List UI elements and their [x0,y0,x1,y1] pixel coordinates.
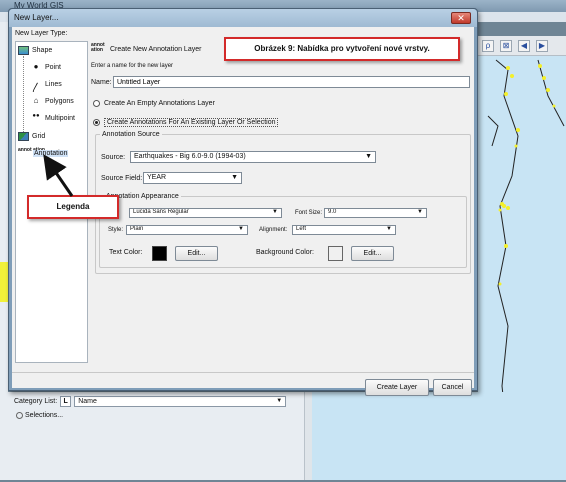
dialog-title: New Layer... [14,13,59,22]
dialog-button-separator [12,372,474,373]
dialog-header-title: Create New Annotation Layer [110,46,202,53]
radio-existing-layer[interactable]: Create Annotations For An Existing Layer… [93,118,279,127]
dialog-titlebar[interactable]: New Layer... ✕ [9,9,477,27]
font-select-value: Lucida Sans Regular [133,209,189,215]
text-color-edit-button[interactable]: Edit... [175,246,218,261]
category-list-row: Category List: L Name ▼ [14,396,287,407]
background-color-edit-button[interactable]: Edit... [351,246,394,261]
chevron-down-icon: ▼ [231,174,238,181]
font-size-value: 9.0 [328,209,337,215]
shape-icon [18,46,29,55]
selections-icon [16,412,23,419]
app-left-strip [0,22,8,392]
radio-empty-layer[interactable]: Create An Empty Annotations Layer [93,100,215,107]
tree-item-lines[interactable]: 〳 Lines [30,79,62,95]
lines-icon: 〳 [31,83,41,94]
style-select[interactable]: Plain ▼ [126,225,248,235]
background-color-swatch[interactable] [328,246,343,261]
chevron-down-icon: ▼ [417,209,423,215]
style-value: Plain [130,226,144,232]
forward-icon[interactable]: ▶ [536,39,548,52]
alignment-value: Left [296,226,307,232]
tree-item-annotation[interactable]: annot ation Annotation [18,147,69,158]
tree-item-grid[interactable]: Grid [18,132,45,141]
chevron-down-icon: ▼ [365,153,372,160]
tree-item-point[interactable]: ● Point [30,62,61,72]
source-field-label: Source Field: [101,175,143,182]
figure-caption-callout: Obrázek 9: Nabídka pro vytvoření nové vr… [224,37,460,61]
radio-button-selected[interactable] [93,119,100,126]
annotation-source-legend: Annotation Source [102,131,160,138]
close-icon[interactable]: ✕ [451,12,471,24]
layer-name-input[interactable] [113,76,470,88]
tree-item-label: Lines [45,80,62,88]
tree-item-shape[interactable]: Shape [18,46,52,55]
select-icon[interactable]: ⊠ [500,39,512,52]
category-list-label: Category List: [14,398,58,405]
category-select-value: Name [78,398,97,405]
tree-item-label: Point [45,63,61,71]
back-icon[interactable]: ◀ [518,39,530,52]
chevron-down-icon: ▼ [272,209,278,215]
create-layer-button[interactable]: Create Layer [365,379,429,396]
category-select[interactable]: Name ▼ [74,396,287,407]
radio-button[interactable] [93,100,100,107]
selections-label: Selections... [25,412,64,419]
source-field-select[interactable]: YEAR ▼ [143,172,242,184]
font-select[interactable]: Lucida Sans Regular ▼ [129,208,282,218]
name-label: Name: [91,79,112,86]
alignment-select[interactable]: Left ▼ [292,225,396,235]
style-label: Style: [108,227,124,233]
background-color-label: Background Color: [256,249,314,256]
legend-callout: Legenda [27,195,119,219]
source-field-value: YEAR [147,174,167,181]
dialog-instruction: Enter a name for the new layer [91,63,174,69]
annotation-header-icon: annot ation [91,42,105,53]
point-icon: ● [33,62,39,71]
tree-item-label: Multipoint [45,114,75,122]
cancel-button[interactable]: Cancel [433,379,472,396]
multipoint-icon: ●● [32,113,40,119]
map-toolbar: ρ ⊠ ◀ ▶ [478,36,566,56]
source-select-value: Earthquakes - Big 6.0-9.0 (1994-03) [134,153,246,160]
text-color-swatch[interactable] [152,246,167,261]
category-icon[interactable]: L [60,396,72,407]
map-view-lower [312,392,566,480]
selections-row[interactable]: Selections... [16,412,63,419]
lasso-icon[interactable]: ρ [482,39,494,52]
radio-existing-label: Create Annotations For An Existing Layer… [104,118,279,127]
text-color-label: Text Color: [109,249,143,256]
source-label: Source: [101,154,126,161]
chevron-down-icon: ▼ [238,226,244,232]
tree-connector [23,56,24,132]
tree-item-multipoint[interactable]: ●● Multipoint [30,113,75,123]
annotation-icon: annot ation [18,147,45,153]
grid-icon [18,132,29,141]
chevron-down-icon: ▼ [276,398,283,404]
radio-empty-label: Create An Empty Annotations Layer [104,100,215,107]
polygon-icon: ⌂ [33,96,39,105]
chevron-down-icon: ▼ [386,226,392,232]
app-highlight-strip [0,262,8,302]
tree-item-label: Polygons [45,97,74,105]
layer-type-label: New Layer Type: [15,30,68,37]
tree-item-polygons[interactable]: ⌂ Polygons [30,96,74,106]
tree-item-label: Shape [32,47,53,54]
font-size-label: Font Size: [295,210,323,216]
alignment-label: Alignment: [259,227,288,233]
font-size-select[interactable]: 9.0 ▼ [324,208,427,218]
source-select[interactable]: Earthquakes - Big 6.0-9.0 (1994-03) ▼ [130,151,376,163]
tree-item-label: Grid [32,133,46,140]
tree-item-label: Annotation [33,149,69,157]
layer-panel-scrollbar[interactable] [304,392,312,480]
